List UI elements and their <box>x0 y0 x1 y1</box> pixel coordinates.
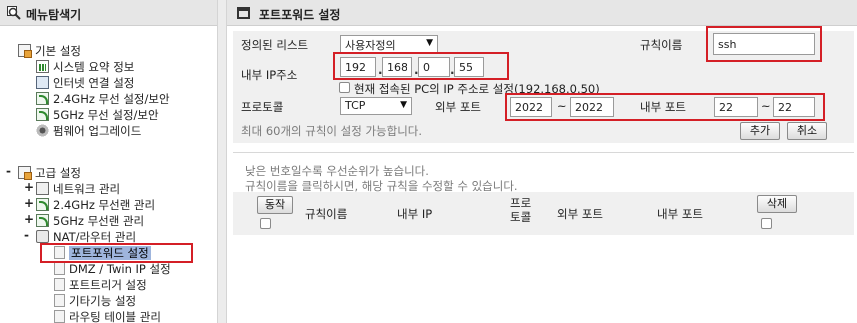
tree-basic-settings-label: 기본 설정 <box>35 44 81 58</box>
network-icon <box>36 182 49 195</box>
tree-item-wifi24-security[interactable]: 2.4GHz 무선 설정/보안 <box>36 91 170 107</box>
priority-note: 낮은 번호일수록 우선순위가 높습니다. <box>245 164 429 178</box>
router-icon <box>36 230 49 243</box>
tree-item-label: 기타기능 설정 <box>69 294 137 308</box>
tree-item-wifi5-security[interactable]: 5GHz 무선 설정/보안 <box>36 107 159 123</box>
port-forward-panel: 포트포워드 설정 정의된 리스트 사용자정의 ▼ 규칙이름 내부 IP주소 . … <box>227 0 857 323</box>
tree-group-wifi5[interactable]: 5GHz 무선랜 관리 <box>36 213 144 229</box>
action-button[interactable]: 동작 <box>257 196 293 214</box>
gear-icon <box>36 124 49 137</box>
select-all-checkbox[interactable] <box>260 218 271 229</box>
wifi-icon <box>36 92 49 105</box>
tree-basic-settings[interactable]: 기본 설정 <box>18 43 81 59</box>
highlight-box-ports <box>505 93 825 121</box>
tree-group-label: NAT/라우터 관리 <box>53 230 137 244</box>
page-icon <box>54 262 65 275</box>
external-port-label: 외부 포트 <box>435 100 481 114</box>
wifi-icon <box>36 198 49 211</box>
folder-icon <box>18 166 32 180</box>
use-current-ip-checkbox[interactable] <box>339 82 350 93</box>
internal-ip-label: 내부 IP주소 <box>241 68 298 82</box>
tree-advanced-settings[interactable]: 고급 설정 <box>18 165 81 181</box>
expand-toggle-wifi5[interactable]: + <box>24 212 34 226</box>
tree-item-port-trigger[interactable]: 포트트리거 설정 <box>54 277 147 293</box>
highlight-box-rule-name <box>706 26 822 62</box>
defined-list-label: 정의된 리스트 <box>241 38 309 52</box>
menu-explorer-title: 메뉴탐색기 <box>26 8 82 22</box>
tree-item-label: 시스템 요약 정보 <box>53 60 135 74</box>
collapse-toggle-nat[interactable]: - <box>24 228 32 242</box>
folder-icon <box>18 44 32 58</box>
tree-advanced-settings-label: 고급 설정 <box>35 166 81 180</box>
tree-group-label: 2.4GHz 무선랜 관리 <box>53 198 156 212</box>
tree-item-label: 인터넷 연결 설정 <box>53 76 135 90</box>
panel-splitter[interactable] <box>217 0 227 323</box>
max-rules-note: 최대 60개의 규칙이 설정 가능합니다. <box>241 124 423 138</box>
column-external-port: 외부 포트 <box>557 207 603 221</box>
tree-item-dmz-twinip[interactable]: DMZ / Twin IP 설정 <box>54 261 171 277</box>
highlight-box-internal-ip <box>333 52 509 80</box>
expand-toggle-wifi24[interactable]: + <box>24 196 34 210</box>
cancel-button[interactable]: 취소 <box>787 122 827 140</box>
tree-group-wifi24[interactable]: 2.4GHz 무선랜 관리 <box>36 197 155 213</box>
menu-explorer-panel: 메뉴탐색기 기본 설정 시스템 요약 정보 인터넷 연결 설정 2.4GHz 무… <box>0 0 217 323</box>
column-protocol: 프로 토콜 <box>510 196 532 224</box>
protocol-label: 프로토콜 <box>241 100 284 114</box>
expand-toggle-network[interactable]: + <box>24 180 34 194</box>
port-forward-header: 포트포워드 설정 <box>227 0 857 26</box>
tree-group-network[interactable]: 네트워크 관리 <box>36 181 120 197</box>
column-internal-port: 내부 포트 <box>657 207 703 221</box>
tree-item-routing-table[interactable]: 라우팅 테이블 관리 <box>54 309 161 323</box>
wifi-icon <box>36 214 49 227</box>
divider <box>233 152 854 153</box>
page-icon <box>54 310 65 323</box>
tree-group-label: 네트워크 관리 <box>53 182 121 196</box>
menu-explorer-header: 메뉴탐색기 <box>0 0 217 26</box>
tree-item-system-summary[interactable]: 시스템 요약 정보 <box>36 59 134 75</box>
collapse-toggle-advanced[interactable]: - <box>6 164 14 178</box>
tree-item-label: 2.4GHz 무선 설정/보안 <box>53 92 170 106</box>
dropdown-arrow-icon: ▼ <box>400 100 407 110</box>
delete-button[interactable]: 삭제 <box>757 195 797 213</box>
tree-group-label: 5GHz 무선랜 관리 <box>53 214 145 228</box>
port-forward-title: 포트포워드 설정 <box>259 8 341 22</box>
tree-item-internet-setup[interactable]: 인터넷 연결 설정 <box>36 75 134 91</box>
dropdown-arrow-icon: ▼ <box>426 38 433 48</box>
add-button[interactable]: 추가 <box>740 122 780 140</box>
rule-name-label: 규칙이름 <box>640 38 683 52</box>
chart-icon <box>36 60 49 73</box>
delete-all-checkbox[interactable] <box>761 218 772 229</box>
tree-item-misc[interactable]: 기타기능 설정 <box>54 293 136 309</box>
column-rule-name: 규칙이름 <box>305 207 348 221</box>
protocol-value: TCP <box>345 99 366 112</box>
page-icon <box>54 278 65 291</box>
column-internal-ip: 내부 IP <box>397 207 433 221</box>
magnifier-icon <box>7 6 21 20</box>
tree-item-firmware-upgrade[interactable]: 펌웨어 업그레이드 <box>36 123 141 139</box>
defined-list-value: 사용자정의 <box>345 39 396 52</box>
tree-item-label: 5GHz 무선 설정/보안 <box>53 108 159 122</box>
tree-item-label: 라우팅 테이블 관리 <box>69 310 161 323</box>
tree-item-label: 포트트리거 설정 <box>69 278 147 292</box>
wifi-icon <box>36 108 49 121</box>
tree-item-label: 펌웨어 업그레이드 <box>53 124 142 138</box>
highlight-box-port-forward <box>40 243 193 263</box>
protocol-select[interactable]: TCP ▼ <box>340 97 412 115</box>
defined-list-select[interactable]: 사용자정의 ▼ <box>340 35 438 53</box>
page-icon <box>54 294 65 307</box>
window-icon <box>237 7 250 19</box>
computer-icon <box>36 76 49 89</box>
tree-item-label: DMZ / Twin IP 설정 <box>69 262 171 276</box>
